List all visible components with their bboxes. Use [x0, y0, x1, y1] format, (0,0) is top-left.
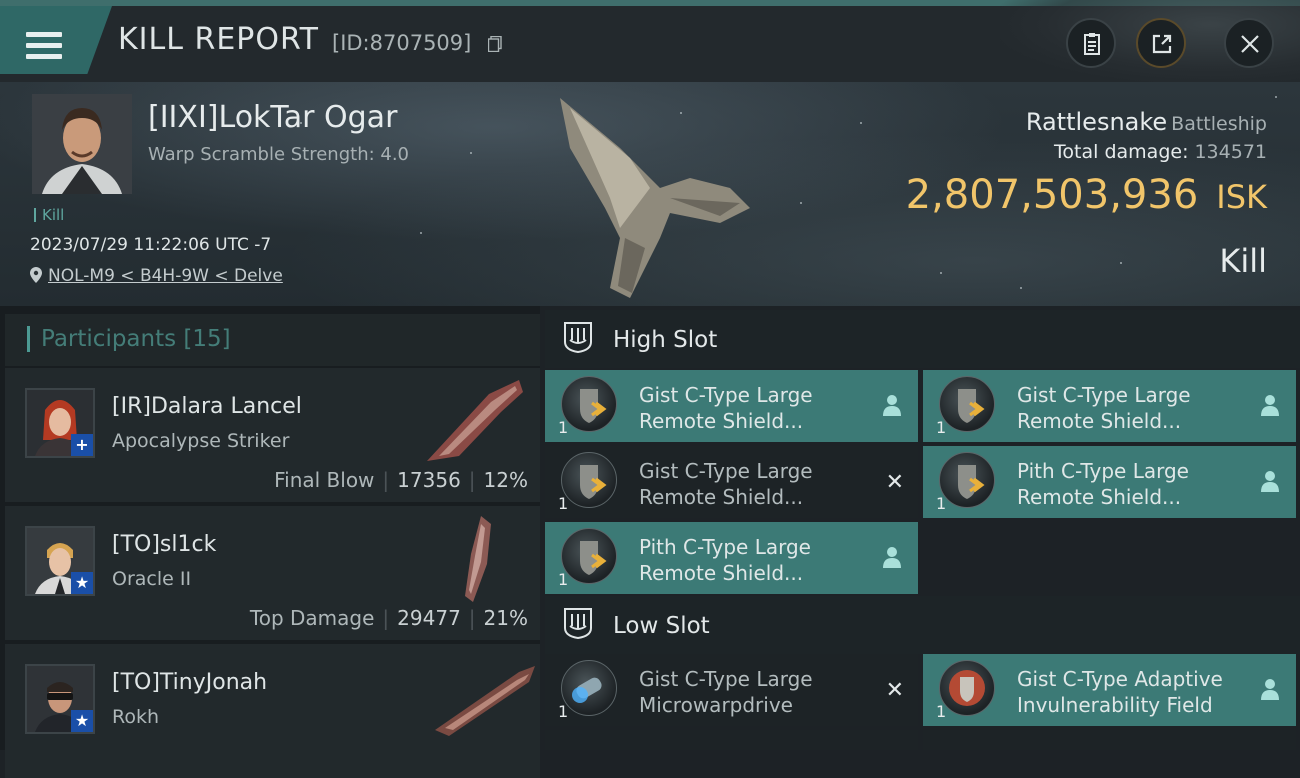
victim-panel: [IIXI]LokTar Ogar Warp Scramble Strength…: [0, 82, 1300, 306]
remote-shield-booster-icon: [561, 528, 617, 584]
module-name: Pith C-Type Large Remote Shield...: [1017, 459, 1189, 509]
close-icon: [1241, 35, 1259, 53]
share-icon: [1152, 34, 1172, 54]
module-name: Gist C-Type Large Remote Shield...: [639, 383, 813, 433]
dropped-person-icon: [1261, 679, 1279, 700]
participant-row[interactable]: ★ [TO]sl1ck Oracle II Top Damage | 29477 | 2…: [5, 506, 540, 640]
low-slot-icon: [564, 608, 592, 640]
module-slot-partial[interactable]: [923, 730, 1296, 750]
participants-header: Participants [15]: [5, 314, 540, 366]
module-name: Gist C-Type Large Remote Shield...: [639, 459, 813, 509]
kill-datetime: 2023/07/29 11:22:06 UTC -7: [30, 235, 272, 255]
participant-name: [IR]Dalara Lancel: [112, 394, 302, 419]
victim-ship-name[interactable]: Rattlesnake Battleship: [1026, 108, 1267, 136]
remote-shield-booster-icon: [561, 452, 617, 508]
module-slot[interactable]: 1 Gist C-Type Adaptive Invulnerability F…: [923, 654, 1296, 726]
dropped-person-icon: [1261, 395, 1279, 416]
dropped-person-icon: [883, 547, 901, 568]
isk-value: 2,807,503,936 ISK: [905, 172, 1267, 218]
total-damage: Total damage: 134571: [1054, 141, 1267, 163]
destroyed-x-icon: ✕: [885, 678, 904, 703]
participant-name: [TO]TinyJonah: [112, 670, 268, 695]
participant-name: [TO]sl1ck: [112, 532, 217, 557]
module-slot[interactable]: 1 Gist C-Type Large Remote Shield...: [545, 370, 918, 442]
module-slot-partial[interactable]: [545, 730, 918, 750]
share-button[interactable]: [1136, 18, 1186, 68]
participant-stats: Final Blow | 17356 | 12%: [274, 468, 528, 492]
participant-ship-image: [435, 666, 535, 736]
alliance-badge: ★: [71, 710, 93, 732]
page-title: KILL REPORT: [118, 22, 319, 57]
participant-ship: Oracle II: [112, 568, 192, 590]
kill-outcome: Kill: [1219, 242, 1267, 280]
participant-avatar: ★: [25, 526, 95, 596]
alliance-badge: ★: [71, 572, 93, 594]
participant-ship-image: [465, 516, 491, 602]
module-name: Gist C-Type Large Remote Shield...: [1017, 383, 1191, 433]
victim-name[interactable]: [IIXI]LokTar Ogar: [148, 100, 397, 135]
invulnerability-field-icon: [939, 660, 995, 716]
participant-avatar: +: [25, 388, 95, 458]
destroyed-x-icon: ✕: [885, 470, 904, 495]
clipboard-button[interactable]: [1066, 18, 1116, 68]
participant-row[interactable]: + [IR]Dalara Lancel Apocalypse Striker F…: [5, 368, 540, 502]
remote-shield-booster-icon: [939, 452, 995, 508]
module-name: Pith C-Type Large Remote Shield...: [639, 535, 811, 585]
copy-icon[interactable]: [488, 36, 502, 52]
high-slot-icon: [564, 322, 592, 354]
participant-ship: Rokh: [112, 706, 160, 728]
module-slot[interactable]: 1 Gist C-Type Large Microwarpdrive ✕: [545, 654, 918, 726]
participant-avatar: ★: [25, 664, 95, 734]
menu-icon: [26, 32, 62, 60]
participant-ship-image: [427, 380, 523, 461]
microwarpdrive-icon: [561, 660, 617, 716]
top-bar: KILL REPORT [ID:8707509]: [0, 0, 1300, 82]
close-button[interactable]: [1224, 18, 1274, 68]
remote-shield-booster-icon: [939, 376, 995, 432]
location-link[interactable]: NOL-M9 < B4H-9W < Delve: [48, 266, 283, 286]
victim-ship-image: [560, 98, 750, 298]
menu-button[interactable]: [0, 6, 112, 74]
kill-location[interactable]: NOL-M9 < B4H-9W < Delve: [30, 266, 283, 286]
location-pin-icon: [30, 267, 42, 283]
module-slot[interactable]: 1 Pith C-Type Large Remote Shield...: [545, 522, 918, 594]
participant-row[interactable]: ★ [TO]TinyJonah Rokh: [5, 644, 540, 778]
low-slot-header: Low Slot: [545, 596, 1300, 654]
participants-panel: Participants [15] + [IR]Dalara Lancel Ap…: [0, 306, 540, 778]
kill-tag: Kill: [34, 206, 64, 224]
remote-shield-booster-icon: [561, 376, 617, 432]
dropped-person-icon: [883, 395, 901, 416]
module-slot[interactable]: 1 Gist C-Type Large Remote Shield... ✕: [545, 446, 918, 518]
module-name: Gist C-Type Large Microwarpdrive: [639, 667, 813, 717]
module-name: Gist C-Type Adaptive Invulnerability Fie…: [1017, 667, 1223, 717]
alliance-badge: +: [71, 434, 93, 456]
dropped-person-icon: [1261, 471, 1279, 492]
victim-portrait[interactable]: [32, 94, 132, 194]
participant-stats: Top Damage | 29477 | 21%: [249, 606, 528, 630]
high-slot-header: High Slot: [545, 310, 1300, 368]
module-slot[interactable]: 1 Gist C-Type Large Remote Shield...: [923, 370, 1296, 442]
report-id: [ID:8707509]: [332, 31, 472, 55]
participant-ship: Apocalypse Striker: [112, 430, 290, 452]
module-slot[interactable]: 1 Pith C-Type Large Remote Shield...: [923, 446, 1296, 518]
clipboard-icon: [1084, 33, 1100, 55]
warp-scramble: Warp Scramble Strength: 4.0: [148, 144, 410, 165]
